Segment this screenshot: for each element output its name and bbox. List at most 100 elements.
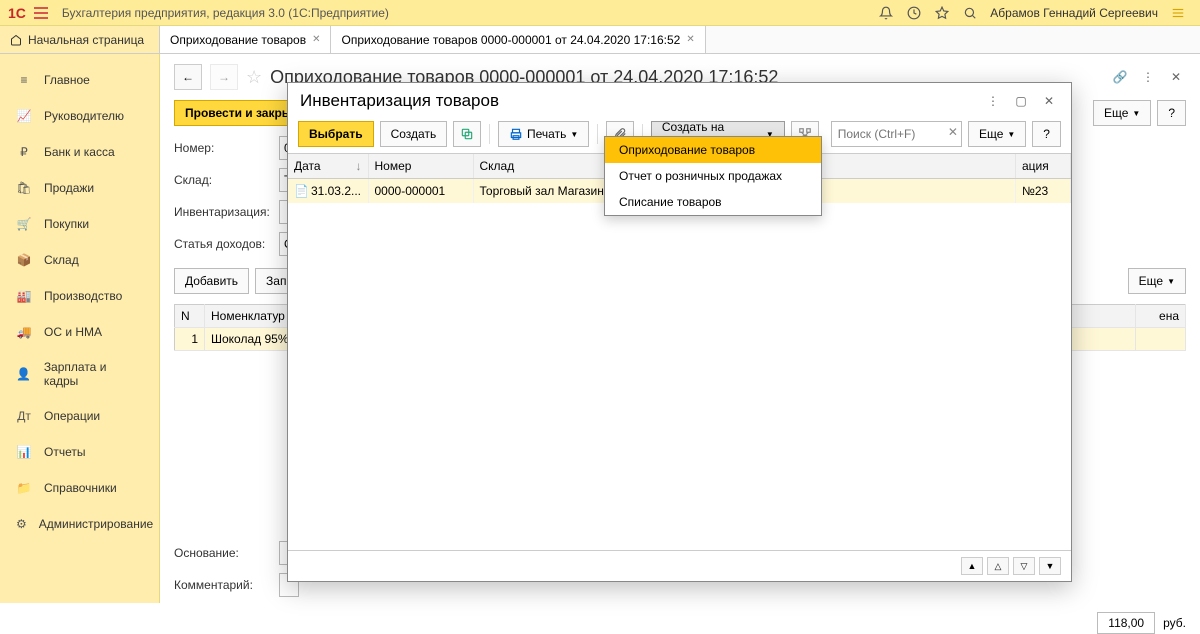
modal-title: Инвентаризация товаров bbox=[300, 91, 975, 111]
favorite-icon[interactable]: ☆ bbox=[246, 67, 262, 88]
folder-icon: 📁 bbox=[16, 480, 32, 496]
close-icon[interactable]: ✕ bbox=[312, 34, 320, 45]
scroll-bottom-button[interactable]: ▼ bbox=[1039, 557, 1061, 575]
sidebar-item-catalogs[interactable]: 📁 Справочники bbox=[0, 470, 159, 506]
select-button[interactable]: Выбрать bbox=[298, 121, 374, 147]
scroll-up-button[interactable]: △ bbox=[987, 557, 1009, 575]
inventory-label: Инвентаризация: bbox=[174, 205, 269, 219]
menu-icon: ≡ bbox=[16, 72, 32, 88]
more-vert-icon[interactable]: ⋮ bbox=[1138, 67, 1158, 87]
sidebar-item-label: Склад bbox=[44, 253, 79, 267]
star-icon[interactable] bbox=[932, 3, 952, 23]
help-button[interactable]: ? bbox=[1157, 100, 1186, 126]
income-label: Статья доходов: bbox=[174, 237, 269, 251]
sidebar-item-label: Продажи bbox=[44, 181, 94, 195]
clear-icon[interactable]: ✕ bbox=[948, 125, 958, 139]
sidebar-item-production[interactable]: 🏭Производство bbox=[0, 278, 159, 314]
sidebar-item-hr[interactable]: 👤 Зарплата и кадры bbox=[0, 350, 159, 398]
journal-icon: Дт bbox=[16, 408, 32, 424]
logo: 1C bbox=[8, 5, 26, 21]
sidebar-item-main[interactable]: ≡ Главное bbox=[0, 62, 159, 98]
sidebar-item-label: Отчеты bbox=[44, 445, 85, 459]
create-button[interactable]: Создать bbox=[380, 121, 448, 147]
sidebar-item-label: Руководителю bbox=[44, 109, 124, 123]
scroll-down-button[interactable]: ▽ bbox=[1013, 557, 1035, 575]
table-more-button[interactable]: Еще▼ bbox=[1128, 268, 1186, 294]
menu-item-retail-report[interactable]: Отчет о розничных продажах bbox=[605, 163, 821, 189]
sidebar: ≡ Главное 📈 Руководителю ₽ Банк и касса 🛍Пр… bbox=[0, 54, 160, 603]
sidebar-item-manager[interactable]: 📈 Руководителю bbox=[0, 98, 159, 134]
chart-icon: 📈 bbox=[16, 108, 32, 124]
person-icon: 👤 bbox=[16, 366, 32, 382]
col-number[interactable]: Номер bbox=[368, 154, 473, 179]
sidebar-item-label: Администрирование bbox=[39, 517, 153, 531]
col-price: ена bbox=[1136, 305, 1186, 328]
sidebar-item-label: ОС и НМА bbox=[44, 325, 102, 339]
cell-n[interactable]: 1 bbox=[175, 328, 205, 351]
sidebar-item-label: Справочники bbox=[44, 481, 117, 495]
settings-bars-icon[interactable] bbox=[1168, 3, 1188, 23]
truck-icon: 🚚 bbox=[16, 324, 32, 340]
forward-button[interactable]: → bbox=[210, 64, 238, 90]
sidebar-item-label: Банк и касса bbox=[44, 145, 115, 159]
more-button[interactable]: Еще▼ bbox=[1093, 100, 1151, 126]
sidebar-item-label: Зарплата и кадры bbox=[44, 360, 143, 388]
tab-item-1[interactable]: Оприходование товаров ✕ bbox=[160, 26, 331, 53]
number-label: Номер: bbox=[174, 141, 269, 155]
app-title: Бухгалтерия предприятия, редакция 3.0 (1… bbox=[62, 6, 389, 20]
sidebar-item-warehouse[interactable]: 📦 Склад bbox=[0, 242, 159, 278]
col-date[interactable]: Дата↓ bbox=[288, 154, 368, 179]
cell-date: 31.03.2... bbox=[311, 184, 361, 198]
menu-item-writeoff[interactable]: Списание товаров bbox=[605, 189, 821, 215]
sidebar-item-label: Операции bbox=[44, 409, 100, 423]
currency-label: руб. bbox=[1163, 616, 1186, 630]
money-icon: ₽ bbox=[16, 144, 32, 160]
bell-icon[interactable] bbox=[876, 3, 896, 23]
sidebar-item-sales[interactable]: 🛍Продажи bbox=[0, 170, 159, 206]
tab-item-2[interactable]: Оприходование товаров 0000-000001 от 24.… bbox=[331, 26, 705, 53]
sidebar-item-bank[interactable]: ₽ Банк и касса bbox=[0, 134, 159, 170]
sidebar-item-label: Производство bbox=[44, 289, 122, 303]
app-bar: 1C Бухгалтерия предприятия, редакция 3.0… bbox=[0, 0, 1200, 26]
home-tab[interactable]: Начальная страница bbox=[0, 26, 160, 53]
home-tab-label: Начальная страница bbox=[28, 33, 144, 47]
more-vert-icon[interactable]: ⋮ bbox=[983, 91, 1003, 111]
gear-icon: ⚙ bbox=[16, 516, 27, 532]
sidebar-item-reports[interactable]: 📊Отчеты bbox=[0, 434, 159, 470]
history-icon[interactable] bbox=[904, 3, 924, 23]
tabs-row: Начальная страница Оприходование товаров… bbox=[0, 26, 1200, 54]
reason-label: Основание: bbox=[174, 546, 269, 560]
col-org[interactable]: ация bbox=[1016, 154, 1071, 179]
tab-label: Оприходование товаров 0000-000001 от 24.… bbox=[341, 33, 680, 47]
sidebar-item-purchases[interactable]: 🛒Покупки bbox=[0, 206, 159, 242]
close-icon[interactable]: ✕ bbox=[1166, 67, 1186, 87]
close-icon[interactable]: ✕ bbox=[1039, 91, 1059, 111]
add-button[interactable]: Добавить bbox=[174, 268, 249, 294]
comment-label: Комментарий: bbox=[174, 578, 269, 592]
link-icon[interactable]: 🔗 bbox=[1110, 67, 1130, 87]
search-input[interactable] bbox=[831, 121, 962, 147]
copy-button[interactable] bbox=[453, 121, 481, 147]
sidebar-item-label: Главное bbox=[44, 73, 90, 87]
create-based-dropdown: Оприходование товаров Отчет о розничных … bbox=[604, 136, 822, 216]
menu-item-receipt[interactable]: Оприходование товаров bbox=[605, 137, 821, 163]
tab-label: Оприходование товаров bbox=[170, 33, 306, 47]
main-menu-icon[interactable] bbox=[34, 7, 52, 19]
sidebar-item-operations[interactable]: Дт Операции bbox=[0, 398, 159, 434]
maximize-icon[interactable]: ▢ bbox=[1011, 91, 1031, 111]
cell-org: №23 bbox=[1016, 179, 1071, 204]
cart-icon: 🛒 bbox=[16, 216, 32, 232]
cell-number: 0000-000001 bbox=[368, 179, 473, 204]
amount-value: 118,00 bbox=[1097, 612, 1155, 634]
user-name[interactable]: Абрамов Геннадий Сергеевич bbox=[990, 6, 1158, 20]
scroll-top-button[interactable]: ▲ bbox=[961, 557, 983, 575]
modal-help-button[interactable]: ? bbox=[1032, 121, 1061, 147]
back-button[interactable]: ← bbox=[174, 64, 202, 90]
close-icon[interactable]: ✕ bbox=[686, 34, 694, 45]
print-button[interactable]: Печать▼ bbox=[498, 121, 589, 147]
sidebar-item-admin[interactable]: ⚙ Администрирование bbox=[0, 506, 159, 542]
sidebar-item-assets[interactable]: 🚚 ОС и НМА bbox=[0, 314, 159, 350]
box-icon: 📦 bbox=[16, 252, 32, 268]
search-icon[interactable] bbox=[960, 3, 980, 23]
modal-more-button[interactable]: Еще▼ bbox=[968, 121, 1026, 147]
